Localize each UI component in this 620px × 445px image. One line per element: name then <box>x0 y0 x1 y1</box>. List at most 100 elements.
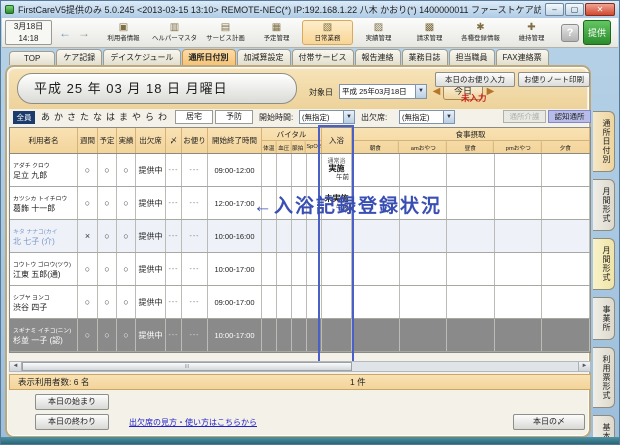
start-time-select[interactable]: (無指定) ▼ <box>299 110 355 124</box>
ninchi-tsusho-button[interactable]: 認知通所 <box>548 110 591 123</box>
tab-item[interactable]: 加減算設定 <box>237 49 291 65</box>
attendance-select[interactable]: (無指定) ▼ <box>399 110 455 124</box>
actual-cell: ○ <box>117 220 136 252</box>
tab-item[interactable]: 業務日誌 <box>402 49 448 65</box>
side-tab-item[interactable]: 通所日付別 <box>593 111 615 172</box>
kana-filter-item[interactable]: わ <box>156 110 169 123</box>
scrollbar-thumb[interactable]: III <box>22 362 352 371</box>
vital-cell <box>307 154 322 186</box>
actual-cell: ○ <box>117 286 136 318</box>
tab-item[interactable]: 通所日付別 <box>182 49 236 65</box>
meal-cell <box>352 154 400 186</box>
side-tab-item[interactable]: 月間形式 <box>593 179 615 231</box>
side-tab-item[interactable]: 利用票形式 <box>593 347 615 408</box>
check-cell: --- <box>166 253 182 285</box>
bath-cell <box>322 286 352 318</box>
toolbar-item[interactable]: ▤サービス計画 <box>200 20 251 45</box>
check-cell: --- <box>166 154 182 186</box>
tab-item[interactable]: 担当職員 <box>449 49 495 65</box>
vital-cell <box>292 220 307 252</box>
toolbar-item[interactable]: ✱各種登録情報 <box>455 20 506 45</box>
attendance-help-link[interactable]: 出欠席の見方・使い方はこちらから <box>129 417 257 428</box>
kyotaku-filter-button[interactable]: 居宅 <box>175 110 213 124</box>
yobou-filter-button[interactable]: 予防 <box>215 110 253 124</box>
horizontal-scrollbar[interactable]: ◄ III ► <box>9 361 591 372</box>
vital-subheader: 脈拍 <box>291 141 305 152</box>
side-tab-item[interactable]: 事業所 <box>593 297 615 340</box>
maximize-button[interactable]: ▢ <box>565 3 584 16</box>
back-arrow-icon[interactable]: ← <box>59 26 71 40</box>
kana-filter-item[interactable]: は <box>104 110 117 123</box>
day-end-button[interactable]: 本日の終わり <box>35 414 109 430</box>
kana-filter-item[interactable]: ら <box>143 110 156 123</box>
filter-all-button[interactable]: 全員 <box>13 111 35 124</box>
tab-item[interactable]: TOP <box>9 51 55 65</box>
toolbar-item[interactable]: ✚維持管理 <box>506 20 557 45</box>
attendance-cell: 提供中 <box>136 187 166 219</box>
todays-note-input-button[interactable]: 本日のお便り入力 <box>435 72 515 87</box>
provide-button[interactable]: 提供 <box>583 20 611 45</box>
tsusho-kaigo-button[interactable]: 通所介護 <box>503 110 546 123</box>
tab-item[interactable]: FAX連絡票 <box>496 49 549 65</box>
kana-filter-item[interactable]: さ <box>65 110 78 123</box>
tab-item[interactable]: ケア記録 <box>56 49 102 65</box>
user-name-cell: コウトウ ゴロウ(ツウ)江東 五郎(通) <box>10 253 78 285</box>
day-close-button[interactable]: 本日の〆 <box>513 414 585 430</box>
toolbar-item[interactable]: ▧日常業務 <box>302 20 353 45</box>
bath-period: 午前 <box>324 174 349 181</box>
scroll-right-arrow[interactable]: ► <box>578 362 590 371</box>
side-tab-item[interactable]: 月間形式 <box>593 238 615 290</box>
note-print-button[interactable]: お便りノート印刷 <box>518 72 590 87</box>
forward-arrow-icon[interactable]: → <box>78 26 90 40</box>
col-header-meals-group: 食事摂取 朝食amおやつ昼食pmおやつ夕食 <box>352 128 590 153</box>
toolbar-item[interactable]: ▣利用者情報 <box>98 20 149 45</box>
vital-cell <box>307 220 322 252</box>
table-row[interactable]: スギナミ イチコ(ニン)杉並 一子 (認)○○○提供中------10:00-1… <box>10 319 590 352</box>
kana-filter-item[interactable]: や <box>130 110 143 123</box>
kana-filter-item[interactable]: た <box>78 110 91 123</box>
note-cell: --- <box>182 187 208 219</box>
toolbar-item[interactable]: ▩請求管理 <box>404 20 455 45</box>
help-button[interactable]: ? <box>561 24 579 42</box>
window-title: FirstCareV5提供のみ 5.0.245 <2013-03-15 13:1… <box>18 3 541 16</box>
kana-filter-item[interactable]: な <box>91 110 104 123</box>
meal-subheader: amおやつ <box>401 141 446 152</box>
tab-item[interactable]: デイスケジュール <box>103 49 180 65</box>
toolbar-item[interactable]: ▦予定管理 <box>251 20 302 45</box>
col-header-plan: 予定 <box>98 128 117 153</box>
meal-cell <box>542 220 590 252</box>
scroll-left-arrow[interactable]: ◄ <box>10 362 22 371</box>
user-kana: キタ ナナコ(カイ <box>13 226 58 235</box>
time-cell: 09:00-17:00 <box>208 286 262 318</box>
kana-filter-item[interactable]: あ <box>39 110 52 123</box>
col-header-vitals: バイタル <box>262 128 321 141</box>
toolbar-item[interactable]: ▨実績管理 <box>353 20 404 45</box>
user-name-cell: シブヤ ヨンコ渋谷 四子 <box>10 286 78 318</box>
meal-cell <box>400 253 448 285</box>
record-count: 1 件 <box>350 375 366 389</box>
table-row[interactable]: アダチ クロウ足立 九郎○○○提供中------09:00-12:00通常浴実施… <box>10 154 590 187</box>
col-header-attendance: 出欠席 <box>136 128 166 153</box>
vital-cell <box>277 220 292 252</box>
toolbar-item[interactable]: ▥ヘルパーマスタ <box>149 20 200 45</box>
meal-cell <box>542 286 590 318</box>
tab-item[interactable]: 付帯サービス <box>292 49 354 65</box>
plan-cell: ○ <box>98 286 117 318</box>
day-start-button[interactable]: 本日の始まり <box>35 394 109 410</box>
table-row[interactable]: キタ ナナコ(カイ北 七子 (介)×○○提供中------10:00-16:00 <box>10 220 590 253</box>
vital-cell <box>292 154 307 186</box>
kana-filter: あかさたなはまやらわ <box>39 110 169 123</box>
schedule-icon: ▦ <box>252 22 301 33</box>
table-row[interactable]: コウトウ ゴロウ(ツウ)江東 五郎(通)○○○提供中------10:00-17… <box>10 253 590 286</box>
billing-icon: ▩ <box>405 22 454 33</box>
tab-item[interactable]: 報告連絡 <box>355 49 401 65</box>
not-entered-status: 未入力 <box>461 92 487 104</box>
table-row[interactable]: シブヤ ヨンコ渋谷 四子○○○提供中------09:00-17:00 <box>10 286 590 319</box>
col-header-bath: 入浴 <box>322 128 352 153</box>
bath-cell <box>322 220 352 252</box>
minimize-button[interactable]: – <box>545 3 564 16</box>
close-button[interactable]: ✕ <box>585 3 615 16</box>
kana-filter-item[interactable]: か <box>52 110 65 123</box>
target-date-select[interactable]: 平成 25年03月18日 ▼ <box>339 84 427 99</box>
kana-filter-item[interactable]: ま <box>117 110 130 123</box>
